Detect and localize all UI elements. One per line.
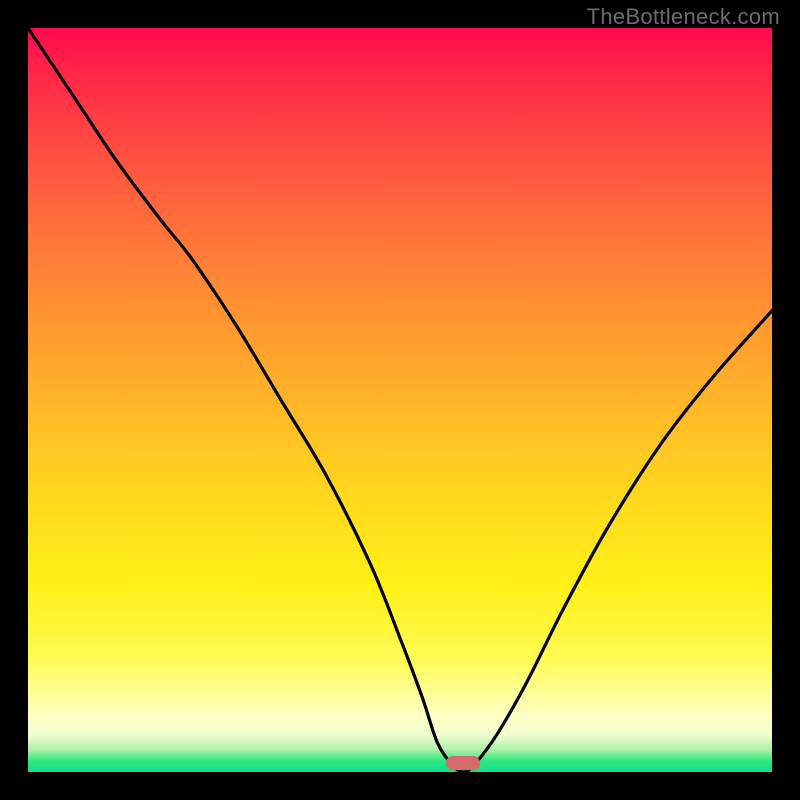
chart-frame: TheBottleneck.com — [0, 0, 800, 800]
optimal-marker — [446, 756, 480, 770]
plot-area — [28, 28, 772, 772]
watermark-text: TheBottleneck.com — [587, 4, 780, 30]
bottleneck-curve — [28, 28, 772, 772]
